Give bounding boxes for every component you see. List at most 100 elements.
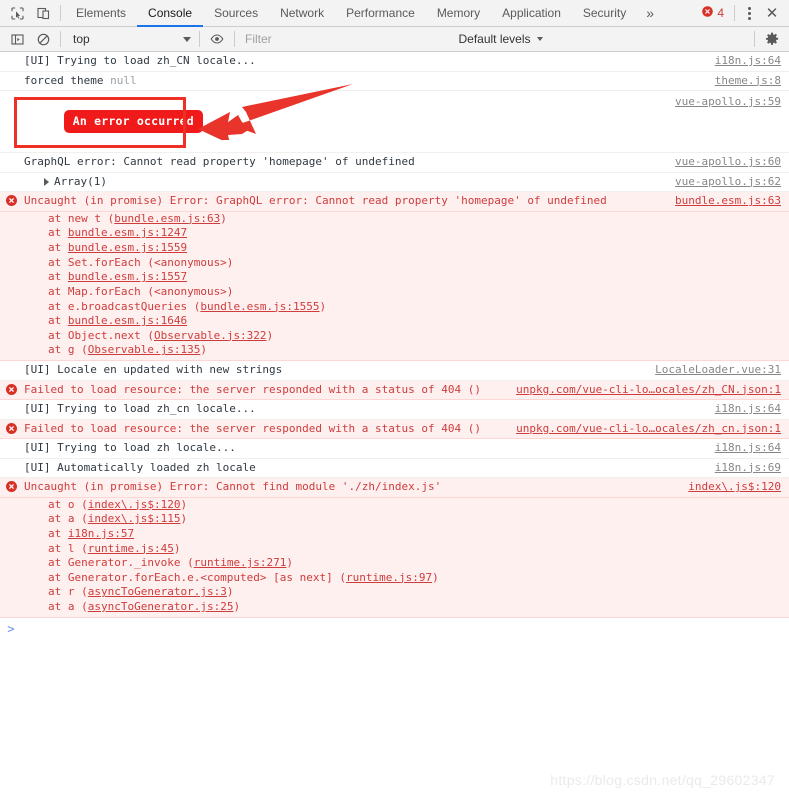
console-prompt[interactable]: > [0,617,789,642]
error-icon [5,481,17,493]
stack-frame-link[interactable]: Observable.js:135 [88,343,201,356]
console-source-link[interactable]: bundle.esm.js:63 [675,194,781,209]
devtools-tab-bar: Elements Console Sources Network Perform… [0,0,789,27]
tab-security[interactable]: Security [572,0,637,27]
source-link-anchor[interactable]: unpkg.com/vue-cli-lo…ocales/zh_cn.json:1 [516,422,781,435]
source-link-anchor[interactable]: vue-apollo.js:59 [675,95,781,108]
source-link-anchor[interactable]: vue-apollo.js:62 [675,175,781,188]
console-message-text: Failed to load resource: the server resp… [24,421,481,435]
stack-frame-link[interactable]: index\.js$:115 [88,512,181,525]
tab-sources[interactable]: Sources [203,0,269,27]
error-count-badge[interactable]: 4 [696,6,730,20]
stack-frame-link[interactable]: Observable.js:322 [154,329,267,342]
expand-triangle-icon[interactable] [44,177,49,186]
console-row-log[interactable]: forced theme null theme.js:8 [0,71,789,92]
tab-performance[interactable]: Performance [335,0,426,27]
console-message-text: [UI] Automatically loaded zh locale [24,460,256,474]
row-gutter [0,441,22,442]
console-sidebar-icon[interactable] [4,27,30,51]
console-filter-input[interactable] [239,29,451,49]
console-source-link[interactable]: unpkg.com/vue-cli-lo…ocales/zh_CN.json:1 [516,383,781,398]
console-row-log[interactable]: GraphQL error: Cannot read property 'hom… [0,153,789,173]
stack-frame-suffix: ) [432,570,439,584]
source-link-anchor[interactable]: unpkg.com/vue-cli-lo…ocales/zh_CN.json:1 [516,383,781,396]
console-message-text: GraphQL error: Cannot read property 'hom… [24,155,415,169]
source-link-anchor[interactable]: index\.js$:120 [688,480,781,493]
stack-frame: at Map.forEach (<anonymous>) [0,285,781,300]
console-settings-gear-icon[interactable] [759,28,785,50]
source-link-anchor[interactable]: LocaleLoader.vue:31 [655,363,781,376]
console-source-link[interactable]: unpkg.com/vue-cli-lo…ocales/zh_cn.json:1 [516,422,781,437]
stack-frame-link[interactable]: asyncToGenerator.js:3 [88,585,227,598]
source-link-anchor[interactable]: vue-apollo.js:60 [675,155,781,168]
tab-console[interactable]: Console [137,0,204,27]
source-link-anchor[interactable]: i18n.js:69 [715,461,781,474]
console-source-link[interactable]: theme.js:8 [715,74,781,89]
devtools-main-menu-button[interactable] [739,1,759,25]
source-link-anchor[interactable]: i18n.js:64 [715,54,781,67]
row-gutter [0,383,22,395]
more-tabs-button[interactable]: » [637,0,663,27]
stack-frame-link[interactable]: bundle.esm.js:1557 [68,270,187,283]
stack-frame-link[interactable]: bundle.esm.js:63 [114,212,220,225]
tab-memory[interactable]: Memory [426,0,491,27]
stack-frame-link[interactable]: index\.js$:120 [88,498,181,511]
close-devtools-button[interactable]: ✕ [759,1,785,25]
stack-frame: at Set.forEach (<anonymous>) [0,256,781,271]
stack-frame-link[interactable]: asyncToGenerator.js:25 [88,600,234,613]
filterbar-divider-4 [754,31,756,47]
tab-application[interactable]: Application [491,0,572,27]
console-message-text: [UI] Trying to load zh_CN locale... [24,54,256,67]
stack-frame: at g (Observable.js:135) [0,343,781,358]
console-row-log[interactable]: [UI] Trying to load zh_cn locale... i18n… [0,400,789,420]
console-row-error[interactable]: Failed to load resource: the server resp… [0,380,789,401]
stack-frame-link[interactable]: bundle.esm.js:1559 [68,241,187,254]
console-row-log[interactable]: [UI] Trying to load zh locale... i18n.js… [0,439,789,459]
panel-tabs: Elements Console Sources Network Perform… [65,0,696,27]
device-toolbar-icon[interactable] [30,1,56,25]
console-row-error[interactable]: Uncaught (in promise) Error: Cannot find… [0,478,789,498]
console-source-link[interactable]: i18n.js:64 [715,441,781,456]
error-count-value: 4 [717,6,724,20]
tab-network[interactable]: Network [269,0,335,27]
source-link-anchor[interactable]: i18n.js:64 [715,402,781,415]
console-row-styled-badge[interactable]: An error occurred vue-apollo.js:59 [0,91,789,154]
console-source-link[interactable]: i18n.js:64 [715,54,781,69]
source-link-anchor[interactable]: i18n.js:64 [715,441,781,454]
console-source-link[interactable]: vue-apollo.js:59 [675,95,781,110]
stack-frame-link[interactable]: runtime.js:45 [88,542,174,555]
console-message-text: Uncaught (in promise) Error: GraphQL err… [24,194,607,208]
live-expression-eye-icon[interactable] [204,27,230,51]
clear-console-icon[interactable] [30,27,56,51]
source-link-anchor[interactable]: theme.js:8 [715,74,781,87]
console-source-link[interactable]: i18n.js:69 [715,461,781,476]
console-row-log[interactable]: [UI] Automatically loaded zh locale i18n… [0,458,789,479]
console-row-error[interactable]: Failed to load resource: the server resp… [0,419,789,440]
console-source-link[interactable]: vue-apollo.js:62 [675,175,781,190]
console-row-log[interactable]: [UI] Locale en updated with new strings … [0,361,789,381]
console-row-error[interactable]: Uncaught (in promise) Error: GraphQL err… [0,192,789,212]
console-row-log[interactable]: [UI] Trying to load zh_CN locale... i18n… [0,52,789,72]
console-source-link[interactable]: index\.js$:120 [688,480,781,495]
execution-context-selector[interactable]: top [65,32,195,46]
stack-frame-link[interactable]: runtime.js:97 [346,571,432,584]
stack-frame-link[interactable]: i18n.js:57 [68,527,134,540]
stack-frame-prefix: at [48,314,68,328]
stack-frame: at r (asyncToGenerator.js:3) [0,585,781,600]
stack-frame-prefix: at g ( [48,343,88,357]
stack-frame-link[interactable]: bundle.esm.js:1646 [68,314,187,327]
console-row-object[interactable]: Array(1) vue-apollo.js:62 [0,172,789,193]
source-link-anchor[interactable]: bundle.esm.js:63 [675,194,781,207]
console-prompt-input[interactable] [22,623,781,636]
stack-frame-link[interactable]: runtime.js:271 [194,556,287,569]
stack-frame: at a (index\.js$:115) [0,512,781,527]
stack-frame-link[interactable]: bundle.esm.js:1247 [68,226,187,239]
inspect-element-icon[interactable] [4,1,30,25]
stack-frame-link[interactable]: bundle.esm.js:1555 [200,300,319,313]
tab-elements[interactable]: Elements [65,0,137,27]
log-level-selector[interactable]: Default levels [450,32,550,46]
log-level-value: Default levels [458,32,531,46]
console-source-link[interactable]: i18n.js:64 [715,402,781,417]
console-source-link[interactable]: vue-apollo.js:60 [675,155,781,170]
console-source-link[interactable]: LocaleLoader.vue:31 [655,363,781,378]
